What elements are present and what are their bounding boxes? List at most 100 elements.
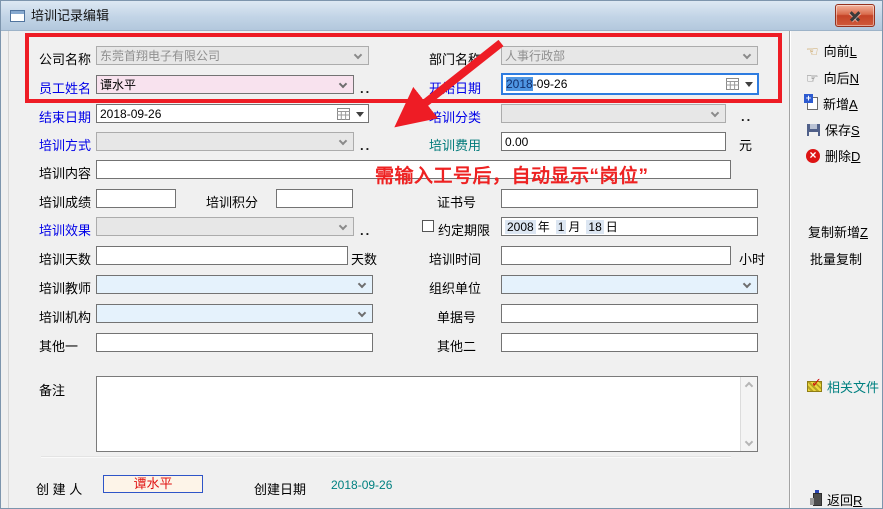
end-date-label: 结束日期 — [39, 107, 91, 126]
date-dropdown-arrow[interactable] — [745, 82, 753, 91]
chevron-down-icon — [743, 51, 751, 59]
start-date-rest: -09-26 — [533, 77, 568, 91]
other2-label: 其他二 — [437, 336, 476, 355]
days-field[interactable] — [96, 246, 348, 265]
employee-browse-button[interactable]: .. — [360, 81, 371, 96]
agreed-month: 1 — [556, 220, 567, 234]
institution-label: 培训机构 — [39, 307, 91, 326]
horizontal-divider — [41, 456, 731, 458]
add-button[interactable]: 新增A — [807, 94, 858, 113]
effect-label: 培训效果 — [39, 220, 91, 239]
cert-no-label: 证书号 — [437, 192, 476, 211]
window-title: 培训记录编辑 — [31, 1, 109, 30]
method-select — [96, 132, 354, 151]
back-button[interactable]: 返回R — [813, 490, 862, 509]
scroll-down-button[interactable] — [741, 436, 758, 451]
chevron-down-icon — [339, 80, 347, 88]
hours-label: 培训时间 — [429, 249, 481, 268]
cert-no-field[interactable] — [501, 189, 758, 208]
effect-browse-button[interactable]: .. — [360, 223, 371, 238]
department-value: 人事行政部 — [505, 47, 565, 64]
score-label: 培训成绩 — [39, 192, 91, 211]
new-doc-icon — [807, 97, 818, 110]
agreed-day-unit: 日 — [606, 218, 618, 235]
chevron-down-icon — [358, 309, 366, 317]
floppy-icon — [807, 124, 820, 136]
cost-value: 0.00 — [505, 135, 528, 149]
other1-label: 其他一 — [39, 336, 78, 355]
chevron-down-icon — [354, 51, 362, 59]
delete-circle-icon — [806, 149, 820, 163]
company-label: 公司名称 — [39, 49, 91, 68]
org-unit-combobox[interactable] — [501, 275, 758, 294]
created-date-value: 2018-09-26 — [331, 478, 392, 492]
close-button[interactable] — [835, 4, 875, 27]
category-label: 培训分类 — [429, 107, 481, 126]
doc-no-field[interactable] — [501, 304, 758, 323]
cost-label: 培训费用 — [429, 135, 481, 154]
category-select — [501, 104, 726, 123]
hand-left-icon: ☜ — [806, 44, 819, 58]
creator-field[interactable]: 谭水平 — [103, 475, 203, 493]
other1-field[interactable] — [96, 333, 373, 352]
institution-combobox[interactable] — [96, 304, 373, 323]
org-unit-label: 组织单位 — [429, 278, 481, 297]
end-date-value: 2018-09-26 — [100, 107, 161, 121]
agreed-period-label: 约定期限 — [438, 220, 490, 239]
delete-button[interactable]: 删除D — [806, 146, 860, 165]
doc-no-label: 单据号 — [437, 307, 476, 326]
cost-field[interactable]: 0.00 — [501, 132, 726, 151]
employee-combobox[interactable]: 谭水平 — [96, 75, 354, 94]
batch-copy-button[interactable]: 批量复制 — [810, 249, 862, 268]
method-browse-button[interactable]: .. — [360, 138, 371, 153]
category-browse-button[interactable]: .. — [741, 109, 752, 124]
scroll-up-button[interactable] — [741, 377, 758, 392]
agreed-period-checkbox[interactable] — [422, 220, 434, 232]
points-label: 培训积分 — [206, 192, 258, 211]
teacher-combobox[interactable] — [96, 275, 373, 294]
effect-select — [96, 217, 354, 236]
hours-unit-label: 小时 — [739, 249, 765, 268]
agreed-period-field[interactable]: 2008 年 1 月 18 日 — [501, 217, 758, 236]
creator-label: 创 建 人 — [36, 479, 82, 498]
nav-prev-button[interactable]: ☜ 向前L — [806, 41, 857, 60]
method-label: 培训方式 — [39, 135, 91, 154]
hand-right-icon: ☞ — [806, 71, 819, 85]
related-files-button[interactable]: 相关文件 — [807, 377, 879, 396]
chevron-down-icon — [339, 137, 347, 145]
teacher-label: 培训教师 — [39, 278, 91, 297]
agreed-year: 2008 — [505, 220, 536, 234]
points-field[interactable] — [276, 189, 353, 208]
hours-field[interactable] — [501, 246, 731, 265]
days-unit-label: 天数 — [351, 249, 377, 268]
remarks-scrollbar[interactable] — [740, 377, 757, 451]
remarks-textarea[interactable] — [96, 376, 758, 452]
department-select: 人事行政部 — [501, 46, 758, 65]
created-date-label: 创建日期 — [254, 479, 306, 498]
title-bar: 培训记录编辑 — [1, 1, 882, 31]
company-value: 东莞首翔电子有限公司 — [100, 47, 220, 64]
start-date-selected-text: 2018 — [506, 77, 533, 91]
start-date-field[interactable]: 2018-09-26 — [501, 73, 759, 95]
employee-value: 谭水平 — [100, 76, 136, 93]
exit-door-icon — [813, 493, 822, 506]
agreed-day: 18 — [586, 220, 603, 234]
employee-label: 员工姓名 — [39, 78, 91, 97]
agreed-year-unit: 年 — [538, 218, 550, 235]
content-field[interactable] — [96, 160, 731, 179]
other2-field[interactable] — [501, 333, 758, 352]
agreed-month-unit: 月 — [568, 218, 580, 235]
start-date-label: 开始日期 — [429, 78, 481, 97]
date-dropdown-arrow[interactable] — [356, 112, 364, 121]
toolbar-separator — [789, 31, 791, 508]
save-button[interactable]: 保存S — [807, 120, 860, 139]
calendar-icon — [726, 78, 739, 93]
training-record-edit-dialog: 培训记录编辑 公司名称 东莞首翔电子有限公司 部门名称 人事行政部 员工姓名 谭… — [0, 0, 883, 509]
end-date-field[interactable]: 2018-09-26 — [96, 104, 369, 123]
nav-next-button[interactable]: ☞ 向后N — [806, 68, 859, 87]
copy-new-button[interactable]: 复制新增Z — [808, 222, 868, 241]
close-icon — [849, 10, 861, 22]
score-field[interactable] — [96, 189, 176, 208]
days-label: 培训天数 — [39, 249, 91, 268]
chevron-down-icon — [743, 280, 751, 288]
